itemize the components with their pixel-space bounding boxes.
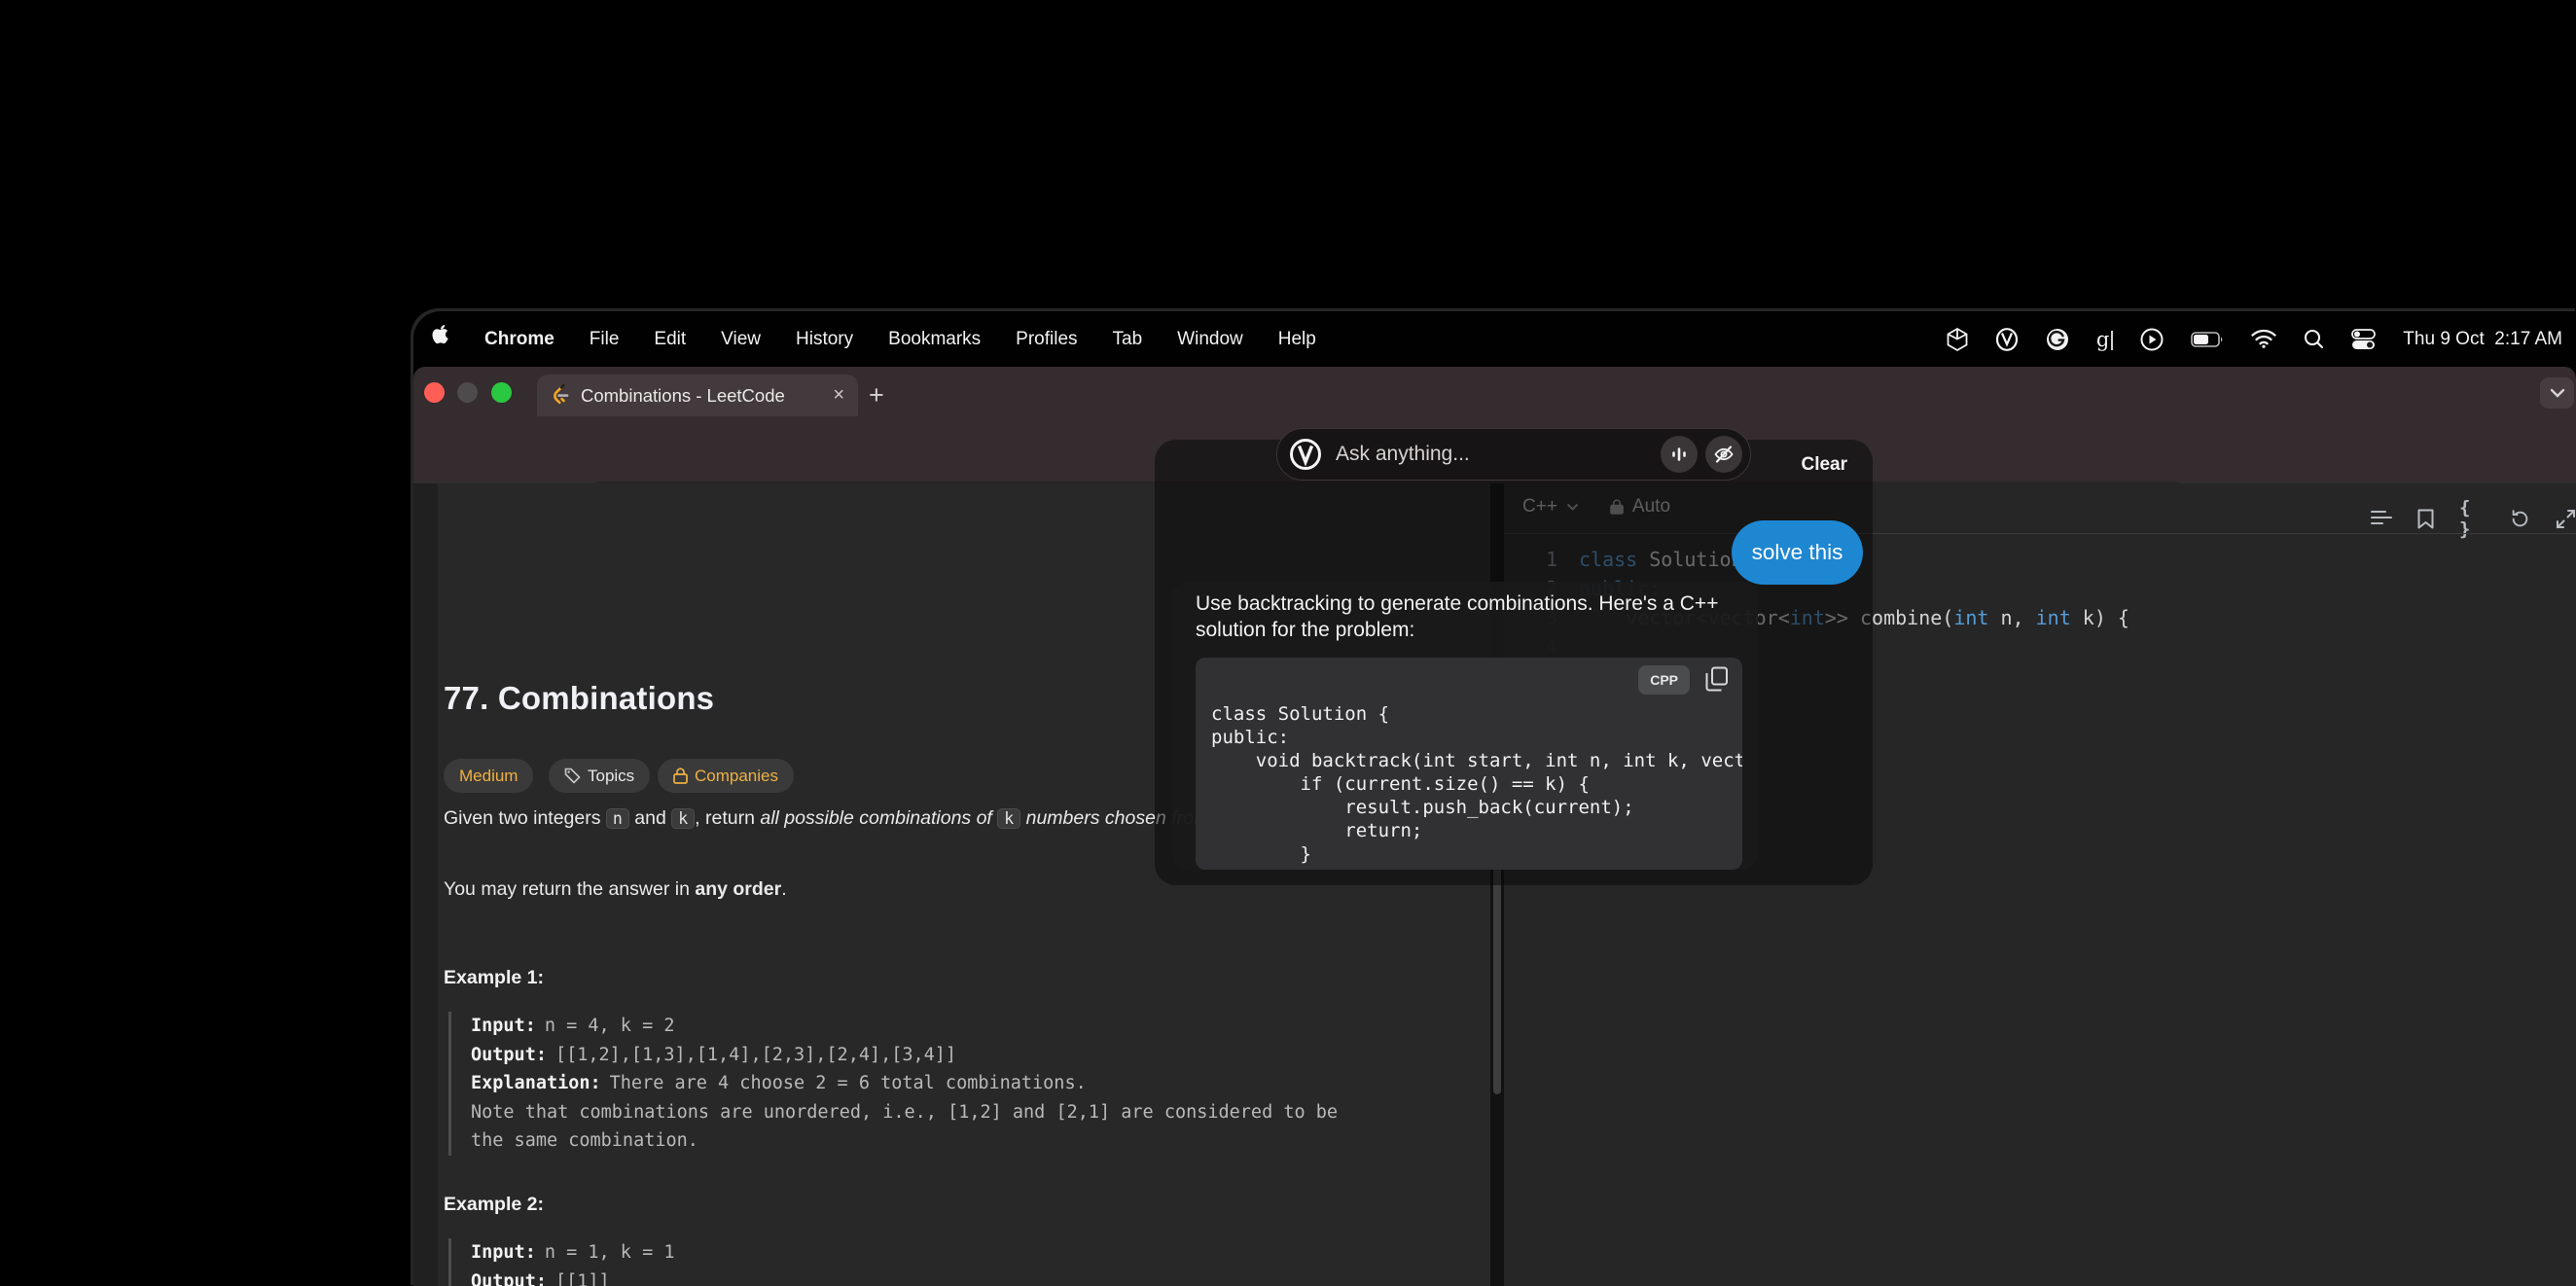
apple-menu-icon[interactable] bbox=[433, 325, 451, 353]
menu-item-view[interactable]: View bbox=[721, 329, 761, 350]
chevron-down-icon bbox=[2550, 388, 2565, 398]
code-chip-k2: k bbox=[997, 808, 1020, 829]
example1-input: Input:n = 4, k = 2 bbox=[471, 1012, 1366, 1041]
clear-button[interactable]: Clear bbox=[1801, 454, 1847, 476]
example2-input: Input:n = 1, k = 1 bbox=[471, 1238, 1366, 1268]
assistant-response-bubble: Use backtracking to generate combination… bbox=[1172, 582, 1758, 870]
v-circle-icon[interactable] bbox=[1995, 328, 2019, 351]
leetcode-favicon bbox=[551, 382, 570, 409]
spotlight-search-icon[interactable] bbox=[2304, 329, 2324, 349]
assistant-code: class Solution { public: void backtrack(… bbox=[1211, 702, 1742, 866]
box-icon[interactable] bbox=[1947, 328, 1968, 351]
tab-title: Combinations - LeetCode bbox=[581, 385, 825, 407]
example2-output: Output:[[1]] bbox=[471, 1268, 1366, 1286]
menu-app-name[interactable]: Chrome bbox=[484, 329, 555, 350]
difficulty-badge[interactable]: Medium bbox=[444, 759, 533, 793]
example1-heading: Example 1: bbox=[444, 967, 544, 989]
companies-badge[interactable]: Companies bbox=[658, 759, 794, 793]
expand-editor-icon[interactable] bbox=[2556, 509, 2576, 529]
ask-anything-bar: Ask anything... bbox=[1276, 428, 1751, 481]
tab-strip-chevron-button[interactable] bbox=[2540, 377, 2574, 409]
menu-item-help[interactable]: Help bbox=[1278, 329, 1316, 350]
panel-left-gutter bbox=[413, 483, 438, 1286]
menu-item-edit[interactable]: Edit bbox=[654, 329, 686, 350]
assistant-code-block: CPP class Solution { public: void backtr… bbox=[1196, 658, 1742, 870]
macbook-screen: Chrome File Edit View History Bookmarks … bbox=[413, 311, 2576, 1286]
copy-code-icon[interactable] bbox=[1705, 666, 1729, 697]
menu-item-window[interactable]: Window bbox=[1177, 329, 1243, 350]
tab-close-icon[interactable]: × bbox=[833, 384, 844, 407]
zoom-window-button[interactable] bbox=[491, 382, 512, 403]
battery-icon[interactable] bbox=[2191, 332, 2224, 347]
code-chip-k: k bbox=[671, 808, 695, 829]
problem-title: 77. Combinations bbox=[444, 680, 714, 717]
play-circle-icon[interactable] bbox=[2140, 328, 2164, 351]
assistant-logo-icon bbox=[1289, 438, 1322, 471]
example2-block: Input:n = 1, k = 1 Output:[[1]] Explanat… bbox=[448, 1238, 1366, 1286]
menu-item-history[interactable]: History bbox=[796, 329, 853, 350]
assistant-overlay: Clear Use backtracking to generate combi… bbox=[1155, 440, 1873, 885]
ask-anything-input[interactable]: Ask anything... bbox=[1336, 443, 1661, 466]
code-language-badge: CPP bbox=[1638, 665, 1690, 695]
example1-explanation: Explanation:There are 4 choose 2 = 6 tot… bbox=[471, 1069, 1366, 1098]
example1-note2: the same combination. bbox=[471, 1126, 1366, 1156]
desktop: Chrome File Edit View History Bookmarks … bbox=[0, 0, 2576, 1286]
tag-icon bbox=[564, 768, 581, 784]
hide-eye-off-button[interactable] bbox=[1705, 436, 1742, 473]
new-tab-button[interactable]: + bbox=[869, 380, 884, 411]
minimize-window-button[interactable] bbox=[457, 382, 478, 403]
tab-combinations-leetcode[interactable]: Combinations - LeetCode × bbox=[537, 375, 858, 416]
menu-item-profiles[interactable]: Profiles bbox=[1016, 329, 1077, 350]
close-window-button[interactable] bbox=[424, 382, 445, 403]
g-cursor-icon[interactable]: g bbox=[2096, 328, 2113, 351]
format-code-icon[interactable] bbox=[2371, 510, 2392, 527]
example2-heading: Example 2: bbox=[444, 1194, 544, 1216]
assistant-response-text: Use backtracking to generate combination… bbox=[1196, 591, 1746, 643]
topics-badge[interactable]: Topics bbox=[549, 759, 650, 793]
wifi-icon[interactable] bbox=[2251, 330, 2276, 348]
lock-icon bbox=[673, 768, 688, 784]
code-chip-n: n bbox=[606, 808, 629, 829]
macos-menu-bar: Chrome File Edit View History Bookmarks … bbox=[413, 311, 2576, 367]
example1-block: Input:n = 4, k = 2 Output:[[1,2],[1,3],[… bbox=[448, 1012, 1366, 1156]
bookmark-icon[interactable] bbox=[2417, 509, 2434, 529]
chrome-window: Combinations - LeetCode × + ← → leetcode… bbox=[413, 367, 2576, 1286]
solve-this-button[interactable]: solve this bbox=[1732, 520, 1863, 585]
menu-clock[interactable]: Thu 9 Oct 2:17 AM bbox=[2403, 329, 2562, 350]
menu-item-bookmarks[interactable]: Bookmarks bbox=[888, 329, 981, 350]
control-center-icon[interactable] bbox=[2351, 329, 2376, 350]
menu-item-file[interactable]: File bbox=[590, 329, 620, 350]
grammarly-icon[interactable] bbox=[2046, 328, 2069, 351]
example1-note: Note that combinations are unordered, i.… bbox=[471, 1098, 1366, 1127]
audio-waveform-button[interactable] bbox=[1661, 436, 1698, 473]
reset-code-icon[interactable] bbox=[2510, 509, 2530, 529]
example1-output: Output:[[1,2],[1,3],[1,4],[2,3],[2,4],[3… bbox=[471, 1041, 1366, 1070]
problem-statement-p2: You may return the answer in any order. bbox=[444, 876, 787, 903]
menu-item-tab[interactable]: Tab bbox=[1113, 329, 1143, 350]
